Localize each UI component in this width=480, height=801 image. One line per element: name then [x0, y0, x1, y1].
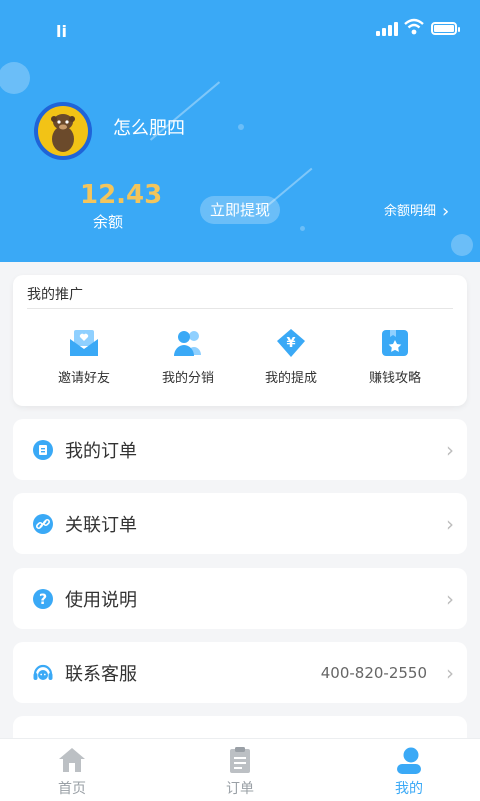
menu-label: 联系客服	[65, 664, 137, 685]
tab-label: 订单	[226, 781, 254, 797]
wifi-icon	[404, 18, 424, 36]
chevron-right-icon: ›	[442, 201, 450, 222]
battery-icon	[431, 22, 460, 35]
link-icon	[32, 513, 54, 535]
support-phone: 400-820-2550	[320, 664, 427, 682]
promo-label: 邀请好友	[57, 371, 110, 386]
profile-header: li 怎么肥四 12.43 余额 立即提现 余额明细 ›	[0, 0, 480, 262]
promo-label: 赚钱攻略	[368, 371, 421, 386]
menu-instructions[interactable]: ? 使用说明 ›	[13, 568, 467, 629]
promo-my-commission[interactable]: ¥ 我的提成	[241, 327, 341, 386]
avatar[interactable]	[34, 102, 92, 160]
signal-icon	[376, 22, 398, 36]
withdraw-button[interactable]: 立即提现	[200, 196, 280, 224]
users-icon	[172, 327, 204, 359]
carrier-label: li	[56, 22, 67, 41]
menu-label: 我的订单	[65, 441, 137, 462]
promo-label: 我的提成	[264, 371, 317, 386]
balance-detail-link[interactable]: 余额明细 ›	[384, 200, 449, 222]
menu-my-orders[interactable]: 我的订单 ›	[13, 419, 467, 480]
svg-text:¥: ¥	[286, 336, 295, 351]
tab-home[interactable]: 首页	[32, 745, 112, 798]
clipboard-icon	[225, 745, 255, 775]
divider	[27, 308, 453, 309]
chevron-right-icon: ›	[446, 661, 454, 685]
menu-label: 关联订单	[65, 515, 137, 536]
svg-text:?: ?	[39, 592, 47, 608]
help-icon: ?	[32, 588, 54, 610]
order-icon	[32, 439, 54, 461]
decor-bubble	[451, 234, 473, 256]
username: 怎么肥四	[113, 118, 185, 139]
tab-orders[interactable]: 订单	[200, 745, 280, 798]
user-icon	[394, 745, 424, 775]
yuan-tag-icon: ¥	[275, 327, 307, 359]
promotion-card: 我的推广 邀请好友 我的分销 ¥ 我的提成 赚钱攻略	[13, 275, 467, 406]
home-icon	[57, 745, 87, 775]
balance-amount: 12.43	[80, 180, 163, 210]
decor-dot	[300, 226, 305, 231]
menu-linked-orders[interactable]: 关联订单 ›	[13, 493, 467, 554]
star-bookmark-icon	[379, 327, 411, 359]
promotion-title: 我的推广	[27, 287, 83, 303]
headset-icon	[32, 662, 54, 684]
promo-earning-guide[interactable]: 赚钱攻略	[345, 327, 445, 386]
tab-mine[interactable]: 我的	[369, 745, 449, 798]
chevron-right-icon: ›	[446, 512, 454, 536]
menu-label: 使用说明	[65, 590, 137, 611]
bottom-tab-bar: 首页 订单 我的	[0, 738, 480, 801]
envelope-heart-icon	[68, 327, 100, 359]
tab-label: 首页	[58, 781, 86, 797]
chevron-right-icon: ›	[446, 438, 454, 462]
promo-invite-friends[interactable]: 邀请好友	[34, 327, 134, 386]
chevron-right-icon: ›	[446, 587, 454, 611]
promo-label: 我的分销	[161, 371, 214, 386]
decor-bubble	[0, 62, 30, 94]
promo-my-distribution[interactable]: 我的分销	[138, 327, 238, 386]
decor-dot	[238, 124, 244, 130]
balance-detail-label: 余额明细	[384, 204, 437, 219]
status-bar: li	[0, 0, 480, 60]
balance-label: 余额	[92, 213, 123, 231]
tab-label: 我的	[395, 781, 423, 797]
menu-contact-support[interactable]: 联系客服 400-820-2550 ›	[13, 642, 467, 703]
